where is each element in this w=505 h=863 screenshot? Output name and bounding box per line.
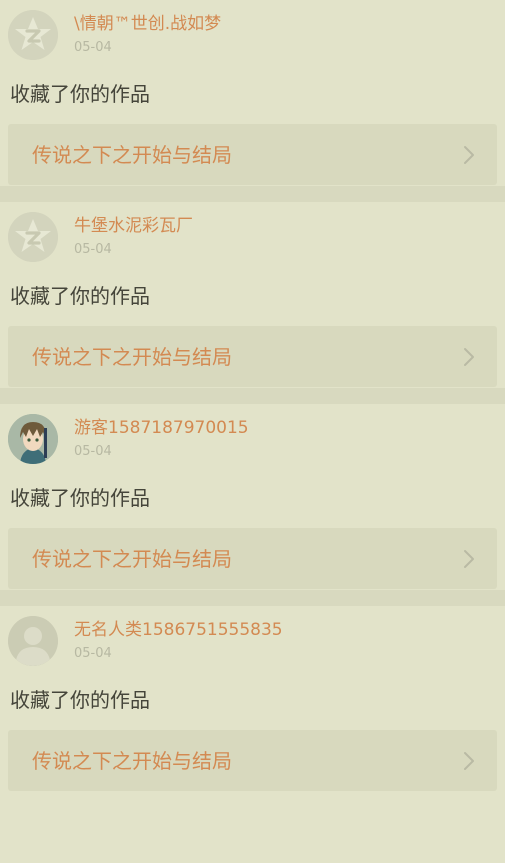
feed-item: 游客1587187970015 05-04 收藏了你的作品 传说之下之开始与结局 [0, 404, 505, 590]
feed-item: 无名人类1586751555835 05-04 收藏了你的作品 传说之下之开始与… [0, 606, 505, 792]
date-label: 05-04 [74, 242, 112, 257]
work-title: 传说之下之开始与结局 [32, 546, 232, 571]
username-link[interactable]: 无名人类1586751555835 [74, 618, 283, 642]
feed-item: \情朝™世创.战如梦 05-04 收藏了你的作品 传说之下之开始与结局 [0, 0, 505, 186]
chevron-right-icon [463, 145, 475, 165]
work-link-button[interactable]: 传说之下之开始与结局 [8, 730, 497, 791]
work-title: 传说之下之开始与结局 [32, 344, 232, 369]
feed-item-meta: 牛堡水泥彩瓦厂 05-04 [74, 212, 193, 260]
action-text: 收藏了你的作品 [10, 82, 150, 106]
chevron-right-icon [463, 549, 475, 569]
feed-item: 牛堡水泥彩瓦厂 05-04 收藏了你的作品 传说之下之开始与结局 [0, 202, 505, 388]
feed-item-header: 游客1587187970015 05-04 [8, 414, 497, 466]
qq-star-avatar-icon[interactable] [8, 10, 58, 60]
work-title: 传说之下之开始与结局 [32, 748, 232, 773]
feed-item-meta: 游客1587187970015 05-04 [74, 414, 249, 462]
username-link[interactable]: 牛堡水泥彩瓦厂 [74, 214, 193, 238]
date-label: 05-04 [74, 444, 112, 459]
action-text: 收藏了你的作品 [10, 284, 150, 308]
qq-star-avatar-icon[interactable] [8, 212, 58, 262]
feed-divider [0, 388, 505, 404]
work-link-button[interactable]: 传说之下之开始与结局 [8, 124, 497, 185]
default-person-avatar-icon[interactable] [8, 616, 58, 666]
feed-divider [0, 186, 505, 202]
username-link[interactable]: 游客1587187970015 [74, 416, 249, 440]
work-title: 传说之下之开始与结局 [32, 142, 232, 167]
feed-item-header: 无名人类1586751555835 05-04 [8, 616, 497, 668]
work-link-button[interactable]: 传说之下之开始与结局 [8, 326, 497, 387]
action-text: 收藏了你的作品 [10, 486, 150, 510]
feed-item-meta: \情朝™世创.战如梦 05-04 [74, 10, 221, 58]
anime-character-avatar[interactable] [8, 414, 58, 464]
feed-item-header: \情朝™世创.战如梦 05-04 [8, 10, 497, 62]
feed-item-meta: 无名人类1586751555835 05-04 [74, 616, 283, 664]
feed-divider [0, 590, 505, 606]
date-label: 05-04 [74, 646, 112, 661]
chevron-right-icon [463, 751, 475, 771]
chevron-right-icon [463, 347, 475, 367]
work-link-button[interactable]: 传说之下之开始与结局 [8, 528, 497, 589]
username-link[interactable]: \情朝™世创.战如梦 [74, 12, 221, 36]
feed-item-header: 牛堡水泥彩瓦厂 05-04 [8, 212, 497, 264]
action-text: 收藏了你的作品 [10, 688, 150, 712]
favorites-feed: \情朝™世创.战如梦 05-04 收藏了你的作品 传说之下之开始与结局 牛堡水泥… [0, 0, 505, 863]
date-label: 05-04 [74, 40, 112, 55]
